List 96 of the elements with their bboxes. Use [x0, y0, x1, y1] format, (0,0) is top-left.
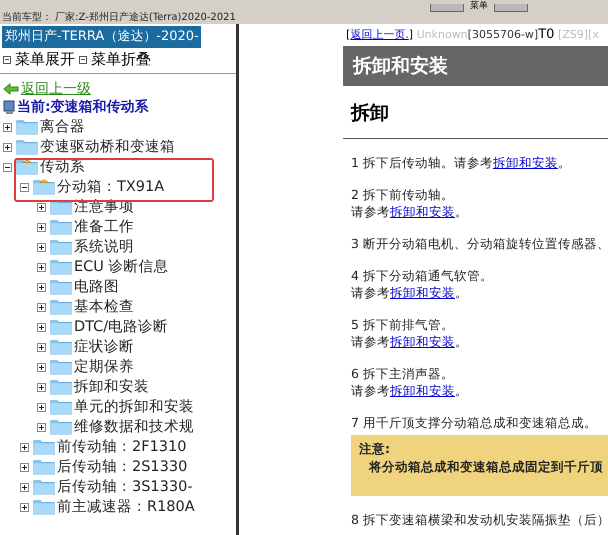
tree-item[interactable]: 单元的拆卸和安装	[74, 398, 194, 416]
reference-text: 请参考拆卸和安装。	[351, 284, 469, 301]
tree-item[interactable]: ECU 诊断信息	[74, 258, 169, 276]
tree-item[interactable]: 电路图	[74, 278, 119, 296]
expand-toggle[interactable]	[37, 402, 46, 412]
step-text: 6 拆下主消声器。	[351, 365, 455, 382]
section-heading: 拆卸	[343, 86, 608, 139]
tree-item[interactable]: 变速驱动桥和变速箱	[40, 138, 175, 156]
expand-toggle[interactable]	[20, 502, 29, 512]
expand-toggle[interactable]	[37, 342, 46, 352]
current-category: 当前:变速箱和传动系	[3, 98, 236, 117]
step-text: 7 用千斤顶支撑分动箱总成和变速箱总成。	[351, 414, 598, 431]
tree-item[interactable]: 准备工作	[74, 218, 134, 236]
folder-icon	[16, 139, 38, 155]
sidebar-title: 郑州日产-TERRA（途达）-2020-	[2, 26, 201, 48]
computer-icon	[3, 100, 16, 115]
menu-action[interactable]: 菜单折叠	[79, 50, 151, 69]
code-text: [ZS9][x	[556, 27, 599, 43]
tree-item[interactable]: 症状诊断	[74, 338, 134, 356]
tree-item[interactable]: 前传动轴：2F1310	[57, 438, 186, 456]
collapse-toggle[interactable]	[3, 162, 12, 172]
code-text: T0	[538, 26, 554, 43]
step-text: 3 断开分动箱电机、分动箱旋转位置传感器、	[351, 235, 608, 252]
expand-toggle[interactable]	[37, 202, 46, 212]
bracket-text: ]	[408, 27, 414, 43]
folder-icon	[33, 439, 55, 455]
reference-link[interactable]: 拆卸和安装	[390, 285, 455, 300]
reference-link[interactable]: 拆卸和安装	[390, 383, 455, 398]
step-text: 5 拆下前排气管。	[351, 316, 455, 333]
expand-toggle[interactable]	[37, 262, 46, 272]
folder-icon	[50, 299, 72, 315]
tree-item[interactable]: 系统说明	[74, 238, 134, 256]
tree-item[interactable]: 后传动轴：3S1330-	[57, 478, 193, 496]
expand-toggle[interactable]	[20, 482, 29, 492]
step-text: 4 拆下分动箱通气软管。	[351, 267, 494, 284]
folder-icon	[50, 379, 72, 395]
folder-icon	[50, 419, 72, 435]
collapse-toggle[interactable]	[20, 182, 29, 192]
code-text: [3055706-w]	[468, 27, 538, 43]
tree-item[interactable]: 分动箱：TX91A	[57, 178, 164, 196]
step-text: 1 拆下后传动轴。请参考拆卸和安装。	[351, 154, 572, 171]
folder-icon	[50, 259, 72, 275]
expand-toggle[interactable]	[37, 422, 46, 432]
back-link[interactable]: 返回上一级	[3, 80, 236, 98]
expand-toggle[interactable]	[37, 282, 46, 292]
note-title: 注意:	[359, 440, 391, 458]
back-arrow-icon	[3, 83, 19, 95]
tree-item[interactable]: 定期保养	[74, 358, 134, 376]
open-folder-icon	[16, 159, 38, 175]
folder-icon	[33, 459, 55, 475]
expand-toggle[interactable]	[37, 362, 46, 372]
note-text: 将分动箱总成和变速箱总成固定到千斤顶	[368, 458, 602, 476]
expand-toggle[interactable]	[3, 142, 12, 152]
tree-item[interactable]: DTC/电路诊断	[74, 318, 168, 336]
bracket-text: [	[346, 27, 350, 43]
folder-icon	[50, 399, 72, 415]
folder-icon	[50, 239, 72, 255]
tree-item[interactable]: 基本检查	[74, 298, 134, 316]
tree-item[interactable]: 后传动轴：2S1330	[57, 458, 188, 476]
expand-toggle[interactable]	[20, 462, 29, 472]
reference-text: 请参考拆卸和安装。	[351, 203, 469, 220]
reference-link[interactable]: 拆卸和安装	[492, 155, 558, 170]
menu-action[interactable]: 菜单展开	[3, 50, 75, 69]
open-folder-icon	[33, 179, 55, 195]
toolbar-button[interactable]	[430, 4, 464, 12]
folder-icon	[50, 339, 72, 355]
code-text: Unknown	[416, 27, 468, 43]
folder-icon	[50, 279, 72, 295]
step-text: 8 拆下变速箱横梁和发动机安装隔振垫（后）	[350, 511, 608, 528]
reference-text: 请参考拆卸和安装。	[351, 333, 469, 350]
reference-link[interactable]: 拆卸和安装	[390, 334, 455, 349]
reference-text: 请参考拆卸和安装。	[351, 382, 469, 399]
tree-item[interactable]: 前主减速器：R180A	[57, 498, 195, 516]
reference-link[interactable]: 拆卸和安装	[390, 204, 455, 219]
expand-toggle[interactable]	[37, 242, 46, 252]
page-title: 拆卸和安装	[343, 46, 608, 86]
toolbar-label[interactable]: 菜单	[470, 1, 488, 12]
tree-item[interactable]: 拆卸和安装	[74, 378, 149, 396]
toolbar-button[interactable]	[494, 4, 528, 12]
expand-toggle[interactable]	[20, 442, 29, 452]
expand-toggle[interactable]	[37, 322, 46, 332]
status-line: 当前车型： 厂家:Z-郑州日产途达(Terra)2020-2021	[1, 12, 237, 24]
folder-icon	[50, 359, 72, 375]
expand-toggle[interactable]	[37, 222, 46, 232]
folder-icon	[16, 119, 38, 135]
folder-icon	[50, 319, 72, 335]
expand-toggle[interactable]	[37, 302, 46, 312]
folder-icon	[33, 499, 55, 515]
back-link[interactable]: 返回上一页.	[350, 26, 409, 43]
tree-item[interactable]: 维修数据和技术规	[74, 418, 194, 436]
tree-item[interactable]: 离合器	[40, 118, 85, 136]
folder-icon	[33, 479, 55, 495]
folder-icon	[50, 219, 72, 235]
expand-toggle[interactable]	[3, 122, 12, 132]
expand-toggle[interactable]	[37, 382, 46, 392]
step-text: 2 拆下前传动轴。	[351, 186, 455, 203]
